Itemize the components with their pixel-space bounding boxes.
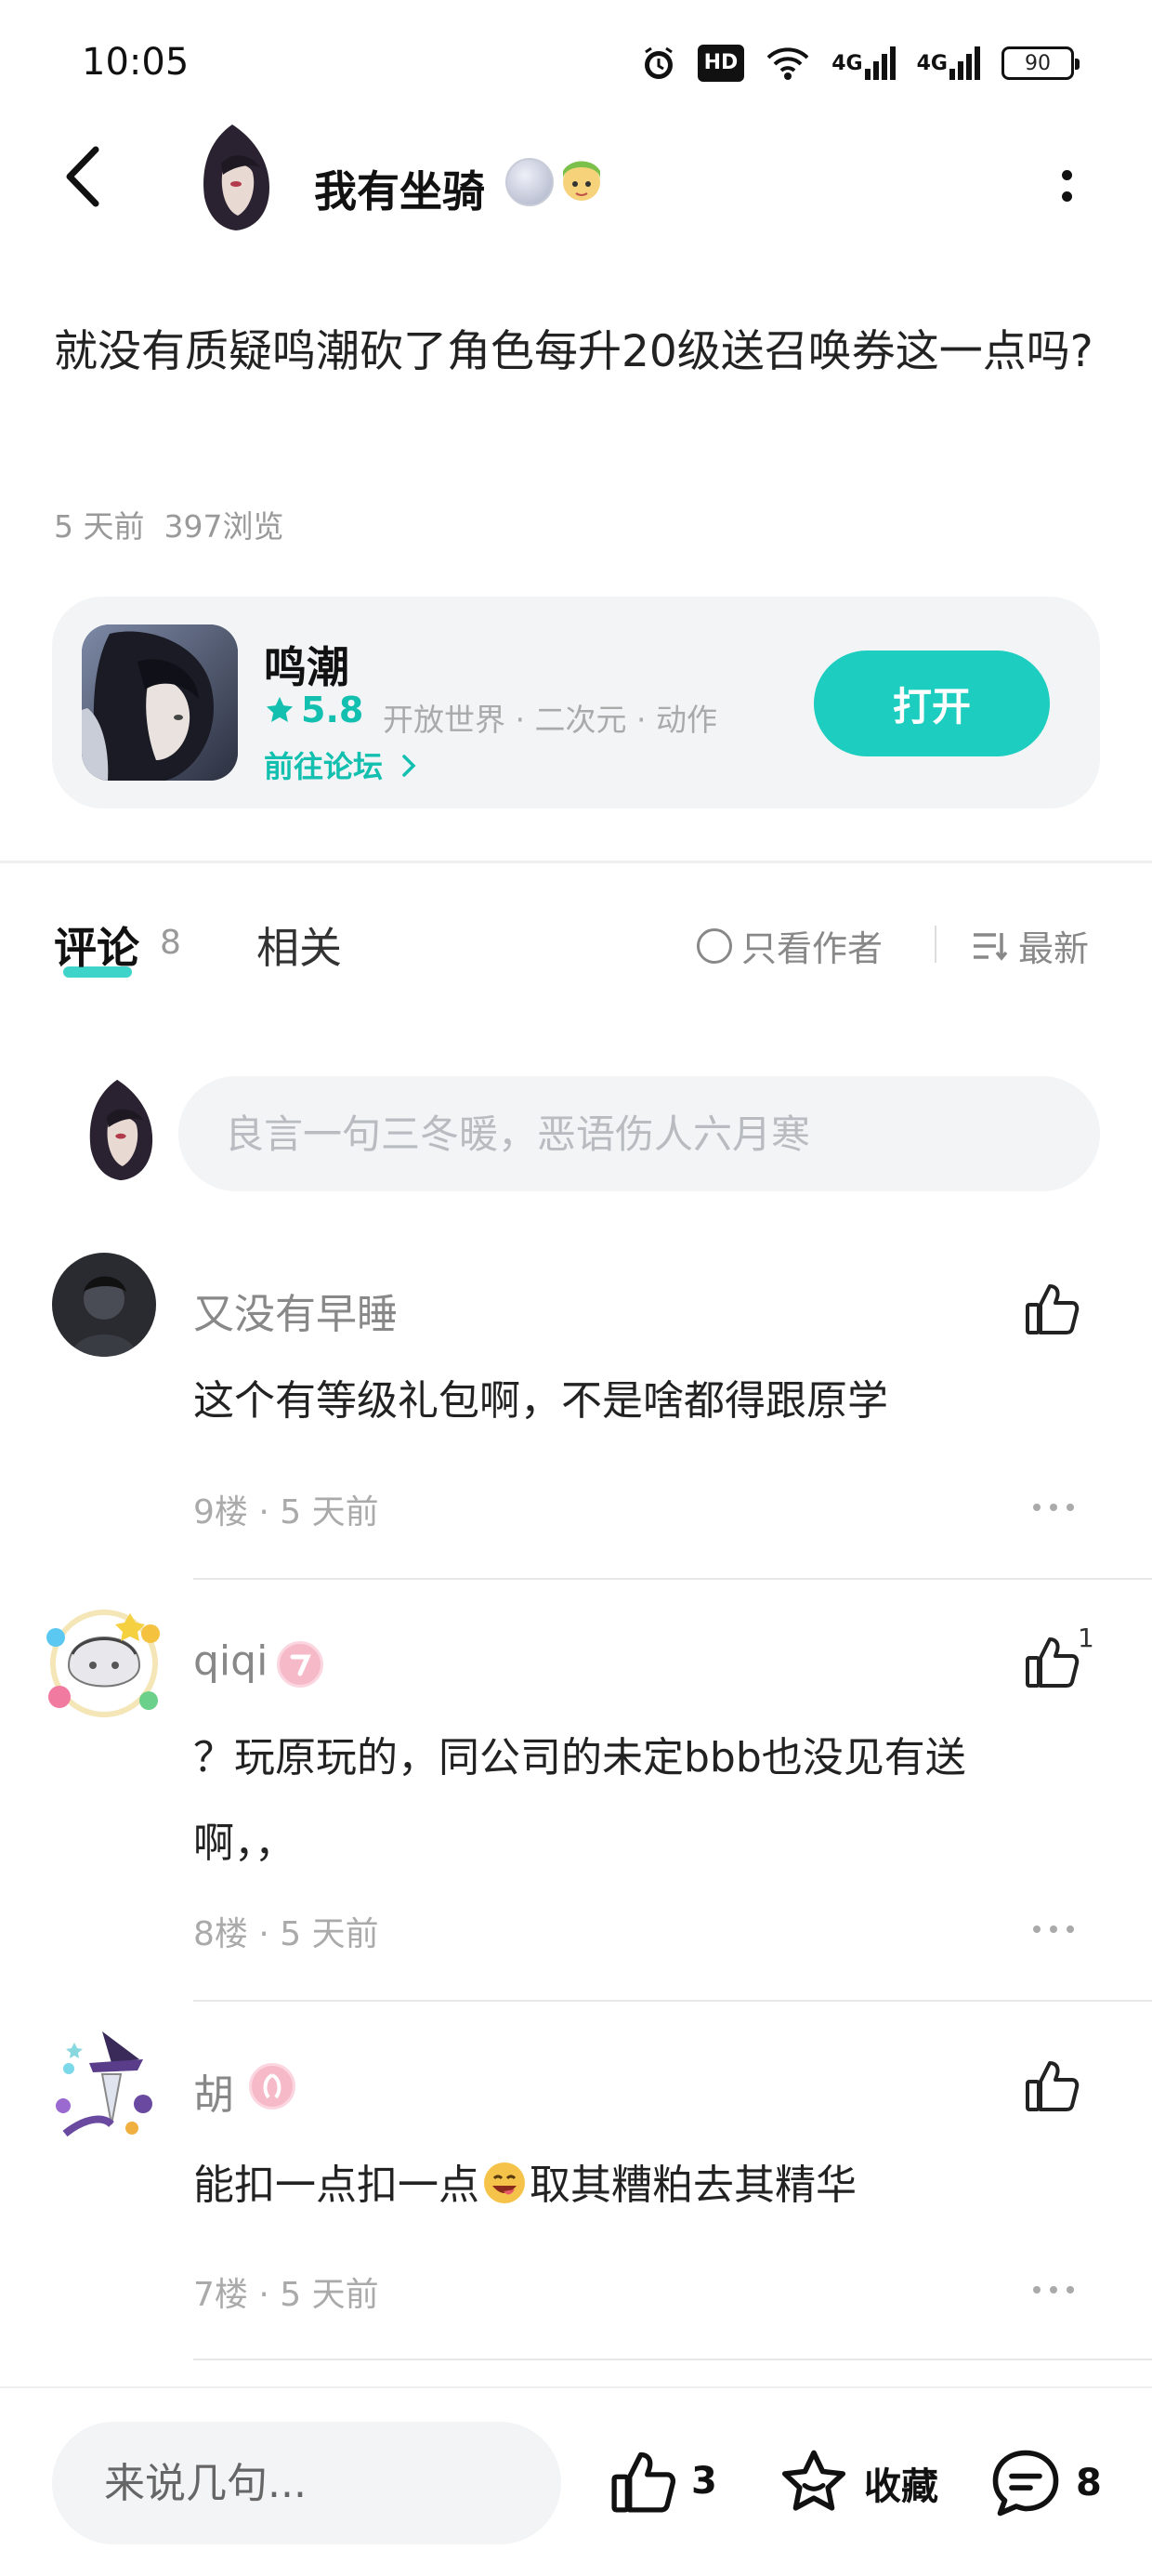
sort-icon (974, 932, 1008, 961)
like-icon[interactable] (1022, 2056, 1081, 2115)
tab-comments[interactable]: 评论 (54, 914, 139, 976)
more-icon[interactable] (1033, 1925, 1074, 1935)
status-bar: 10:05 HD 4G 4G 90 (0, 0, 1152, 139)
more-icon[interactable] (1033, 1504, 1074, 1513)
author-only-toggle[interactable]: 只看作者 (697, 920, 883, 971)
star-outline-icon (781, 2450, 846, 2511)
comment-text-part: 取其糟粕去其精华 (530, 2162, 857, 2209)
comment-text: 这个有等级礼包啊，不是啥都得跟原学 (193, 1377, 888, 1425)
alarm-icon (640, 45, 677, 82)
tab-related[interactable]: 相关 (256, 914, 342, 976)
status-time: 10:05 (82, 41, 190, 84)
post-title: 就没有质疑鸣潮砍了角色每升20级送召唤券这一点吗? (54, 326, 1093, 377)
comments-count: 8 (160, 924, 181, 962)
game-tags: 开放世界 · 二次元 · 动作 (383, 702, 717, 738)
thumbs-up-icon (611, 2451, 676, 2513)
comment-text: ？玩原玩的，同公司的未定bbb也没见有送啊，， (193, 1734, 966, 1867)
commenter-avatar[interactable] (41, 1600, 167, 1727)
comment-input[interactable] (178, 1076, 1100, 1191)
filter-separator (935, 926, 936, 963)
my-avatar (80, 1078, 160, 1182)
game-rating-value: 5.8 (301, 690, 364, 730)
comment-meta: 8楼 · 5 天前 (193, 1915, 379, 1953)
like-icon[interactable] (1022, 1279, 1081, 1338)
favorite-button[interactable]: 收藏 (777, 2446, 938, 2520)
section-divider (0, 861, 1152, 863)
like-count: 1 (1078, 1623, 1094, 1653)
author-avatar[interactable] (195, 123, 275, 232)
favorite-label: 收藏 (864, 2465, 938, 2508)
chevron-right-icon (402, 755, 416, 777)
user-badge-icon (277, 1641, 323, 1688)
network-type-label: 4G (916, 51, 948, 75)
more-options-icon[interactable] (1048, 158, 1085, 214)
open-game-button[interactable]: 打开 (814, 651, 1050, 756)
author-name[interactable]: 我有坐骑 (314, 158, 485, 219)
user-badge-icon (249, 2063, 295, 2109)
author-only-label: 只看作者 (741, 928, 884, 969)
like-post-count: 3 (691, 2460, 717, 2503)
quick-comment-input[interactable] (52, 2422, 561, 2544)
like-post-button[interactable]: 3 (608, 2446, 717, 2517)
commenter-avatar[interactable] (46, 2022, 167, 2143)
character-badge-icon (556, 154, 608, 210)
star-icon (266, 696, 294, 723)
chevron-left-icon (66, 146, 99, 207)
game-card[interactable]: 鸣潮 5.8 开放世界 · 二次元 · 动作 前往论坛 打开 (52, 597, 1100, 808)
commenter-name[interactable]: 又没有早睡 (193, 1281, 398, 1340)
network-type-label: 4G (831, 51, 863, 75)
post-age: 5 天前 (54, 508, 145, 545)
post-views: 397浏览 (164, 508, 284, 545)
signal-4g-icon: 4G (917, 45, 981, 82)
comments-count-bottom: 8 (1076, 2462, 1102, 2504)
game-icon (82, 624, 238, 781)
comment-bubble-icon (992, 2450, 1059, 2517)
more-icon[interactable] (1033, 2286, 1074, 2295)
battery-icon: 90 (1001, 46, 1080, 80)
comment-meta: 7楼 · 5 天前 (193, 2276, 379, 2314)
comments-button[interactable]: 8 (988, 2446, 1102, 2520)
comment-divider (193, 2000, 1152, 2002)
comment-meta: 9楼 · 5 天前 (193, 1493, 379, 1531)
signal-4g-icon: 4G (831, 45, 896, 82)
post-meta: 5 天前 397浏览 (54, 502, 283, 546)
grinning-emoji-icon (481, 2150, 528, 2203)
commenter-name[interactable]: qiqi (193, 1637, 268, 1685)
comment-text-part: 能扣一点扣一点 (193, 2162, 479, 2209)
forum-link-label: 前往论坛 (264, 749, 384, 784)
wifi-icon (765, 45, 811, 82)
back-button[interactable] (46, 139, 121, 214)
sort-label: 最新 (1018, 928, 1090, 969)
sort-toggle[interactable]: 最新 (972, 920, 1089, 971)
level-badge-icon (505, 158, 554, 206)
commenter-name[interactable]: 胡 (193, 2061, 234, 2121)
comment-divider (193, 1578, 1152, 1580)
comment-text: 能扣一点扣一点 取其糟粕去其精华 (193, 2143, 1048, 2228)
like-icon[interactable] (1022, 1632, 1081, 1691)
comment-divider (193, 2359, 1152, 2360)
bottom-bar: 3 收藏 8 (0, 2386, 1152, 2576)
hd-voice-icon: HD (697, 45, 745, 82)
forum-link[interactable]: 前往论坛 (264, 743, 419, 786)
game-name: 鸣潮 (264, 642, 349, 692)
commenter-avatar[interactable] (52, 1253, 156, 1357)
status-icons: HD 4G 4G 90 (640, 45, 1080, 82)
radio-icon (697, 927, 732, 964)
game-rating: 5.8 (264, 690, 363, 730)
